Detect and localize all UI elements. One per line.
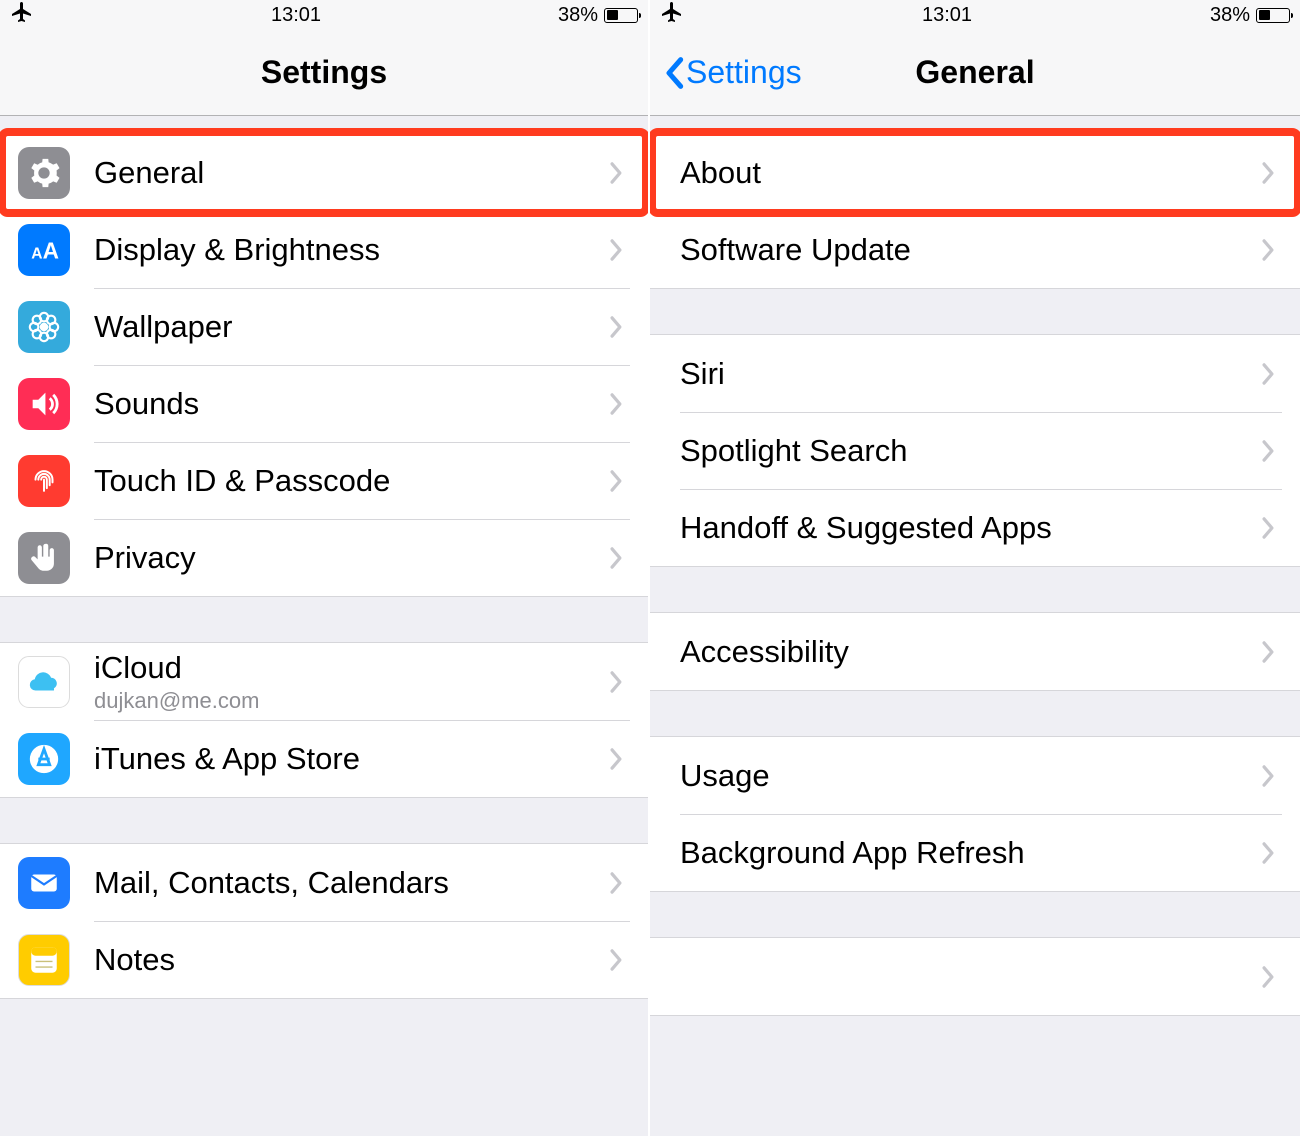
row-about[interactable]: About — [650, 134, 1300, 211]
row-label: Privacy — [94, 540, 196, 576]
row-sublabel: dujkan@me.com — [94, 688, 259, 714]
row-software-update[interactable]: Software Update — [650, 211, 1300, 288]
chevron-right-icon — [1260, 840, 1276, 866]
row-label: Usage — [680, 758, 770, 794]
row-background-app-refresh[interactable]: Background App Refresh — [650, 814, 1300, 891]
row-icloud[interactable]: iClouddujkan@me.com — [0, 643, 648, 720]
row-mail-contacts-calendars[interactable]: Mail, Contacts, Calendars — [0, 844, 648, 921]
general-screen: 13:01 38% Settings General About Software… — [650, 0, 1300, 1136]
nav-bar: Settings — [0, 30, 648, 116]
row-display-brightness[interactable]: AA Display & Brightness — [0, 211, 648, 288]
row-spotlight-search[interactable]: Spotlight Search — [650, 412, 1300, 489]
status-time: 13:01 — [922, 4, 972, 27]
row-privacy[interactable]: Privacy — [0, 519, 648, 596]
row-sounds[interactable]: Sounds — [0, 365, 648, 442]
chevron-right-icon — [1260, 763, 1276, 789]
row-label: Touch ID & Passcode — [94, 463, 390, 499]
settings-group: General AA Display & Brightness Wallpaper So… — [0, 134, 648, 597]
row-label: iCloud — [94, 650, 259, 686]
row-label: Mail, Contacts, Calendars — [94, 865, 449, 901]
status-time: 13:01 — [271, 4, 321, 27]
row-usage[interactable]: Usage — [650, 737, 1300, 814]
chevron-right-icon — [1260, 237, 1276, 263]
battery-icon — [1256, 8, 1290, 23]
settings-group: Usage Background App Refresh — [650, 736, 1300, 892]
row-itunes-app-store[interactable]: iTunes & App Store — [0, 720, 648, 797]
chevron-right-icon — [608, 237, 624, 263]
battery-percentage: 38% — [558, 4, 598, 27]
airplane-mode-icon — [10, 0, 34, 30]
row-label: Spotlight Search — [680, 433, 907, 469]
row-label: Background App Refresh — [680, 835, 1025, 871]
settings-group: About Software Update — [650, 134, 1300, 289]
row-item[interactable] — [650, 938, 1300, 1015]
svg-text:A: A — [31, 245, 42, 262]
row-handoff-suggested-apps[interactable]: Handoff & Suggested Apps — [650, 489, 1300, 566]
page-title: General — [915, 54, 1034, 91]
back-button-label: Settings — [686, 54, 802, 91]
flower-icon — [18, 301, 70, 353]
battery-percentage: 38% — [1210, 4, 1250, 27]
status-bar: 13:01 38% — [650, 0, 1300, 30]
chevron-right-icon — [608, 947, 624, 973]
nav-bar: Settings General — [650, 30, 1300, 116]
svg-text:A: A — [43, 237, 59, 263]
airplane-mode-icon — [660, 0, 684, 30]
chevron-right-icon — [608, 870, 624, 896]
settings-group — [650, 937, 1300, 1016]
row-label: About — [680, 155, 761, 191]
settings-group: Mail, Contacts, Calendars Notes — [0, 843, 648, 999]
chevron-right-icon — [608, 391, 624, 417]
status-bar: 13:01 38% — [0, 0, 648, 30]
mail-icon — [18, 857, 70, 909]
chevron-right-icon — [1260, 964, 1276, 990]
row-label: Display & Brightness — [94, 232, 380, 268]
appstore-icon — [18, 733, 70, 785]
row-general[interactable]: General — [0, 134, 648, 211]
row-label: Software Update — [680, 232, 911, 268]
settings-group: iClouddujkan@me.com iTunes & App Store — [0, 642, 648, 798]
chevron-right-icon — [608, 746, 624, 772]
row-label: Accessibility — [680, 634, 849, 670]
row-label: Notes — [94, 942, 175, 978]
chevron-right-icon — [608, 669, 624, 695]
chevron-right-icon — [1260, 639, 1276, 665]
chevron-right-icon — [608, 160, 624, 186]
chevron-right-icon — [1260, 438, 1276, 464]
row-label: Sounds — [94, 386, 199, 422]
row-accessibility[interactable]: Accessibility — [650, 613, 1300, 690]
chevron-right-icon — [1260, 361, 1276, 387]
settings-group: Siri Spotlight Search Handoff & Suggested … — [650, 334, 1300, 567]
gear-icon — [18, 147, 70, 199]
chevron-right-icon — [608, 545, 624, 571]
back-button[interactable]: Settings — [664, 54, 802, 91]
settings-screen: 13:01 38% Settings General AA Display & Br… — [0, 0, 650, 1136]
textsize-icon: AA — [18, 224, 70, 276]
hand-icon — [18, 532, 70, 584]
row-touch-id-passcode[interactable]: Touch ID & Passcode — [0, 442, 648, 519]
speaker-icon — [18, 378, 70, 430]
chevron-right-icon — [1260, 515, 1276, 541]
row-label: General — [94, 155, 204, 191]
chevron-right-icon — [608, 314, 624, 340]
cloud-icon — [18, 656, 70, 708]
chevron-right-icon — [1260, 160, 1276, 186]
settings-group: Accessibility — [650, 612, 1300, 691]
battery-icon — [604, 8, 638, 23]
chevron-right-icon — [608, 468, 624, 494]
settings-list: General AA Display & Brightness Wallpaper So… — [0, 134, 648, 999]
row-notes[interactable]: Notes — [0, 921, 648, 998]
row-label: Siri — [680, 356, 725, 392]
row-label: Wallpaper — [94, 309, 232, 345]
page-title: Settings — [261, 54, 387, 91]
general-list: About Software Update Siri Spotlight Search… — [650, 134, 1300, 1016]
row-label: iTunes & App Store — [94, 741, 360, 777]
row-label: Handoff & Suggested Apps — [680, 510, 1052, 546]
row-siri[interactable]: Siri — [650, 335, 1300, 412]
fingerprint-icon — [18, 455, 70, 507]
notes-icon — [18, 934, 70, 986]
row-wallpaper[interactable]: Wallpaper — [0, 288, 648, 365]
